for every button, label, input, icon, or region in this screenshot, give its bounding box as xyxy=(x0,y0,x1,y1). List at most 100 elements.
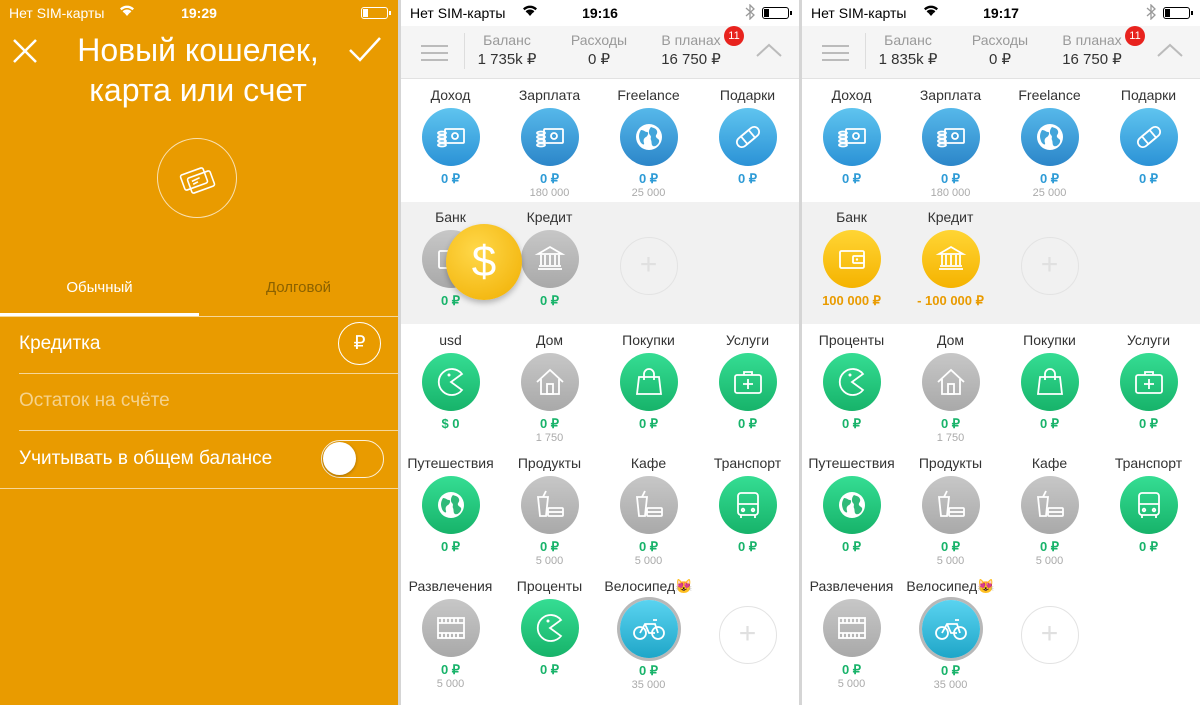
category-income-item[interactable]: Подарки 0 ₽ xyxy=(1099,87,1198,187)
add-category-button[interactable]: + xyxy=(1000,586,1099,664)
dragged-coin-icon[interactable]: $ xyxy=(446,224,522,300)
plus-icon: + xyxy=(718,606,777,664)
category-income-item[interactable]: Зарплата 0 ₽180 000 xyxy=(901,87,1000,199)
shopping-bag-icon[interactable] xyxy=(1020,353,1079,411)
category-expenses-item[interactable]: usd $ 0 xyxy=(401,332,500,431)
balance-summary[interactable]: Баланс 1 835k ₽ xyxy=(868,32,948,68)
bus-icon[interactable] xyxy=(718,476,777,534)
confirm-check-icon[interactable] xyxy=(348,36,382,69)
category-expenses-item[interactable]: Дом 0 ₽1 750 xyxy=(901,332,1000,444)
status-time: 19:17 xyxy=(983,5,1019,21)
wallet-name-field[interactable]: Кредитка xyxy=(19,333,100,355)
expenses-summary[interactable]: Расходы 0 ₽ xyxy=(559,32,639,68)
chevron-up-icon[interactable] xyxy=(1156,42,1184,63)
bank-icon[interactable] xyxy=(921,230,980,288)
category-expenses-item[interactable]: Развлечения 0 ₽5 000 xyxy=(802,578,901,690)
category-expenses-item[interactable]: Путешествия 0 ₽ xyxy=(401,455,500,555)
planned-summary[interactable]: В планах 16 750 ₽ xyxy=(651,32,731,68)
category-expenses-item[interactable]: Кафе 0 ₽5 000 xyxy=(1000,455,1099,567)
category-income-item[interactable]: Доход 0 ₽ xyxy=(802,87,901,187)
balance-field[interactable]: Остаток на счёте xyxy=(19,390,170,412)
groceries-icon[interactable] xyxy=(921,476,980,534)
house-icon[interactable] xyxy=(520,353,579,411)
close-icon[interactable] xyxy=(12,38,38,69)
house-icon[interactable] xyxy=(921,353,980,411)
balance-label: Баланс xyxy=(483,32,531,48)
category-expenses-item[interactable]: Велосипед😻 0 ₽35 000 xyxy=(901,578,1000,691)
category-expenses-item[interactable]: Проценты 0 ₽ xyxy=(500,578,599,678)
groceries-icon[interactable] xyxy=(619,476,678,534)
category-expenses-item[interactable]: Транспорт 0 ₽ xyxy=(698,455,797,555)
category-expenses-item[interactable]: Развлечения 0 ₽5 000 xyxy=(401,578,500,690)
globe-icon[interactable] xyxy=(1020,108,1079,166)
category-amount: 0 ₽ xyxy=(940,416,961,431)
first-aid-icon[interactable] xyxy=(718,353,777,411)
bicycle-icon[interactable] xyxy=(619,600,678,658)
category-expenses-item[interactable]: Покупки 0 ₽ xyxy=(599,332,698,432)
groceries-icon[interactable] xyxy=(1020,476,1079,534)
cards-icon[interactable] xyxy=(157,138,237,218)
cash-register-icon[interactable] xyxy=(520,108,579,166)
category-income-item[interactable]: Freelance 0 ₽25 000 xyxy=(599,87,698,199)
pacman-icon[interactable] xyxy=(822,353,881,411)
add-category-button[interactable]: + xyxy=(698,586,797,664)
menu-icon[interactable] xyxy=(822,45,849,66)
category-expenses-item[interactable]: Кафе 0 ₽5 000 xyxy=(599,455,698,567)
film-icon[interactable] xyxy=(421,599,480,657)
category-expenses-item[interactable]: Проценты 0 ₽ xyxy=(802,332,901,432)
planned-summary[interactable]: В планах 16 750 ₽ xyxy=(1052,32,1132,68)
globe-icon[interactable] xyxy=(822,476,881,534)
category-income-item[interactable]: Подарки 0 ₽ xyxy=(698,87,797,187)
chevron-up-icon[interactable] xyxy=(755,42,783,63)
bank-icon[interactable] xyxy=(520,230,579,288)
summary-header: Баланс 1 735k ₽ Расходы 0 ₽ В планах 16 750… xyxy=(401,26,799,79)
cash-register-icon[interactable] xyxy=(421,108,480,166)
tab-debt[interactable]: Долговой xyxy=(199,279,398,296)
balance-summary[interactable]: Баланс 1 735k ₽ xyxy=(467,32,547,68)
category-expenses-item[interactable]: Продукты 0 ₽5 000 xyxy=(500,455,599,567)
category-label: Путешествия xyxy=(808,455,895,471)
include-balance-toggle[interactable] xyxy=(321,440,384,478)
expenses-summary[interactable]: Расходы 0 ₽ xyxy=(960,32,1040,68)
pacman-icon[interactable] xyxy=(520,599,579,657)
bandage-icon[interactable] xyxy=(718,108,777,166)
wallet-icon[interactable] xyxy=(822,230,881,288)
category-expenses-item[interactable]: Услуги 0 ₽ xyxy=(698,332,797,432)
category-income-item[interactable]: Доход 0 ₽ xyxy=(401,87,500,187)
menu-icon[interactable] xyxy=(421,45,448,66)
film-icon[interactable] xyxy=(822,599,881,657)
pacman-icon[interactable] xyxy=(421,353,480,411)
planned-value: 16 750 ₽ xyxy=(1062,51,1122,68)
category-income-item[interactable]: Freelance 0 ₽25 000 xyxy=(1000,87,1099,199)
bandage-icon[interactable] xyxy=(1119,108,1178,166)
category-expenses-item[interactable]: Продукты 0 ₽5 000 xyxy=(901,455,1000,567)
battery-icon xyxy=(361,7,391,19)
category-expenses-item[interactable]: Дом 0 ₽1 750 xyxy=(500,332,599,444)
add-category-button[interactable]: + xyxy=(1000,217,1099,295)
currency-button[interactable]: ₽ xyxy=(338,322,381,365)
category-expenses-item[interactable]: Услуги 0 ₽ xyxy=(1099,332,1198,432)
category-expenses-item[interactable]: Путешествия 0 ₽ xyxy=(802,455,901,555)
category-expenses-item[interactable]: Велосипед😻 0 ₽35 000 xyxy=(599,578,698,691)
shopping-bag-icon[interactable] xyxy=(619,353,678,411)
bicycle-icon[interactable] xyxy=(921,600,980,658)
category-accounts-item[interactable]: Банк 100 000 ₽ xyxy=(802,209,901,309)
globe-icon[interactable] xyxy=(421,476,480,534)
groceries-icon[interactable] xyxy=(520,476,579,534)
expenses-section: Проценты 0 ₽ Дом 0 ₽1 750 Покупки 0 ₽ Услуги 0 … xyxy=(802,326,1200,705)
category-expenses-item[interactable]: Покупки 0 ₽ xyxy=(1000,332,1099,432)
category-accounts-item[interactable]: Кредит - 100 000 ₽ xyxy=(901,209,1000,309)
cash-register-icon[interactable] xyxy=(921,108,980,166)
category-amount: 0 ₽ xyxy=(841,171,862,186)
tab-regular[interactable]: Обычный xyxy=(0,279,199,296)
category-budget: 1 750 xyxy=(535,432,564,444)
globe-icon[interactable] xyxy=(619,108,678,166)
new-wallet-screen: Нет SIM-карты 19:29 Новый кошелек, карта… xyxy=(0,0,398,705)
cash-register-icon[interactable] xyxy=(822,108,881,166)
category-expenses-item[interactable]: Транспорт 0 ₽ xyxy=(1099,455,1198,555)
bus-icon[interactable] xyxy=(1119,476,1178,534)
first-aid-icon[interactable] xyxy=(1119,353,1178,411)
category-label: Путешествия xyxy=(407,455,494,471)
category-income-item[interactable]: Зарплата 0 ₽180 000 xyxy=(500,87,599,199)
add-category-button[interactable]: + xyxy=(599,217,698,295)
